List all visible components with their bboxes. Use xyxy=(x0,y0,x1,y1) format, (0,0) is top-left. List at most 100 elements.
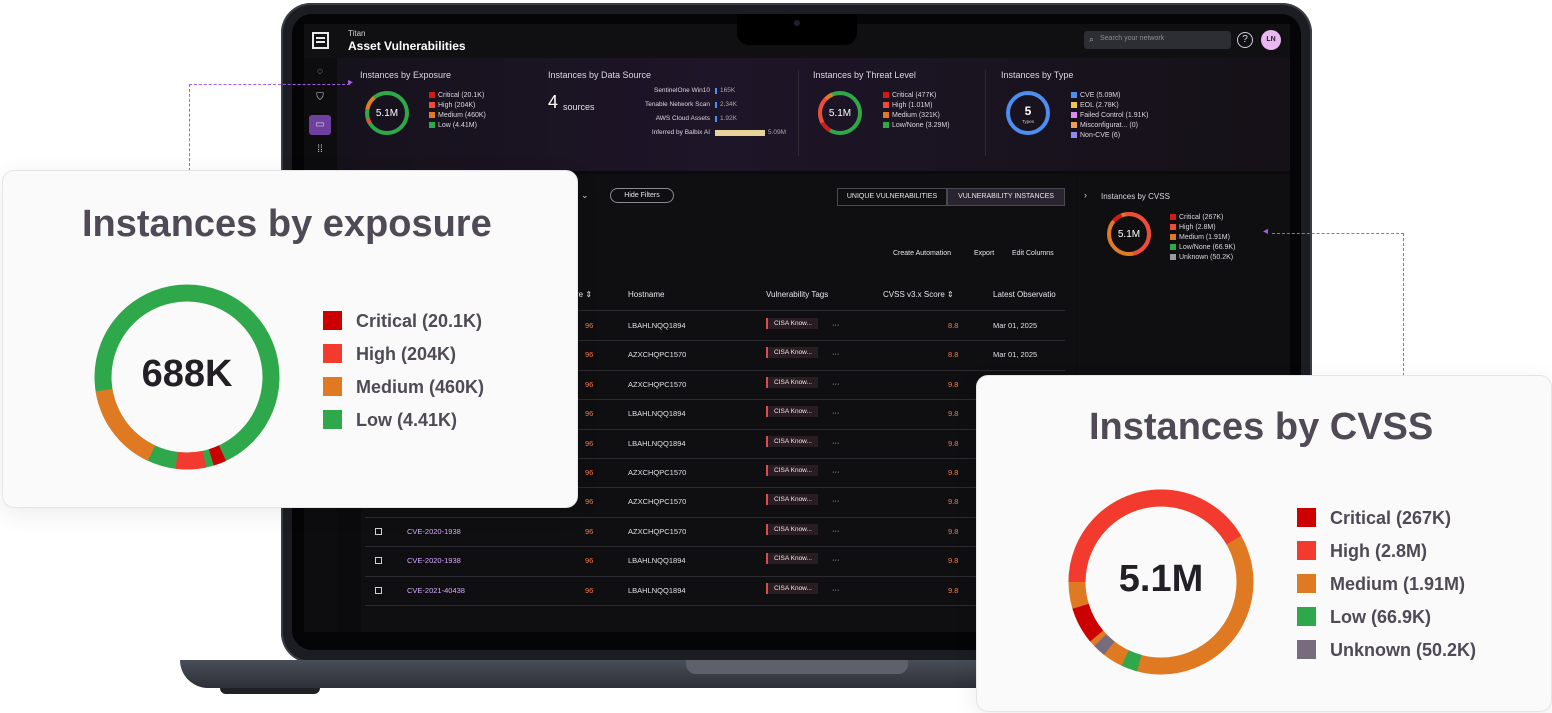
chevron-down-icon[interactable]: ⌄ xyxy=(581,190,589,201)
source-label: Tenable Network Scan xyxy=(644,101,710,108)
legend-swatch xyxy=(429,112,435,119)
create-automation-link[interactable]: Create Automation xyxy=(893,250,951,257)
col-header-latest[interactable]: Latest Observatio xyxy=(993,290,1056,299)
cve-link[interactable]: CVE-2020-1938 xyxy=(407,556,461,565)
stat-exposure-title[interactable]: Instances by Exposure xyxy=(360,70,451,80)
legend-item: Low/None (66.9K) xyxy=(1170,243,1235,253)
exposure-mini-center: 5.1M xyxy=(376,108,398,119)
col-header-hostname[interactable]: Hostname xyxy=(628,290,664,299)
cve-link[interactable]: CVE-2020-1938 xyxy=(407,527,461,536)
stat-type-title[interactable]: Instances by Type xyxy=(1001,70,1073,80)
vulnerability-tag[interactable]: CISA Know... xyxy=(766,582,818,594)
search-box[interactable]: ⌕ Search your network xyxy=(1084,31,1231,49)
divider xyxy=(365,516,1065,518)
more-tags-icon[interactable]: ··· xyxy=(832,496,840,505)
type-mini-donut[interactable]: 5 Types xyxy=(1004,89,1052,137)
more-tags-icon[interactable]: ··· xyxy=(832,585,840,594)
more-tags-icon[interactable]: ··· xyxy=(832,467,840,476)
hostname-cell[interactable]: AZXCHQPC1570 xyxy=(628,497,686,506)
laptop-foot xyxy=(220,688,320,694)
cvss-donut-center: 5.1M xyxy=(1118,558,1204,600)
hostname-cell[interactable]: AZXCHQPC1570 xyxy=(628,380,686,389)
vulnerability-tag[interactable]: CISA Know... xyxy=(766,347,818,359)
vulnerability-tag[interactable]: CISA Know... xyxy=(766,553,818,565)
help-icon[interactable]: ? xyxy=(1237,32,1253,48)
threat-mini-donut[interactable]: 5.1M xyxy=(816,89,864,137)
legend-label: Low (66.9K) xyxy=(1330,607,1432,627)
laptop-base-notch xyxy=(686,660,908,674)
hostname-cell[interactable]: LBAHLNQQ1894 xyxy=(628,321,686,330)
cvss-score: 8.8 xyxy=(948,321,959,330)
exposure-mini-legend: Critical (20.1K) High (204K) Medium (460… xyxy=(429,91,486,131)
stat-source-title[interactable]: Instances by Data Source xyxy=(548,70,651,80)
vulnerability-tag[interactable]: CISA Know... xyxy=(766,406,818,418)
threat-mini-center: 5.1M xyxy=(829,108,851,119)
app-logo-icon[interactable] xyxy=(312,32,329,49)
cvss-side-legend: Critical (267K) High (2.8M) Medium (1.91… xyxy=(1170,213,1235,263)
vulnerability-tag[interactable]: CISA Know... xyxy=(766,376,818,388)
legend-label: High (2.8M) xyxy=(1330,541,1427,561)
hostname-cell[interactable]: LBAHLNQQ1894 xyxy=(628,556,686,565)
more-tags-icon[interactable]: ··· xyxy=(832,379,840,388)
tab-vulnerability-instances[interactable]: VULNERABILITY INSTANCES xyxy=(947,188,1065,206)
source-value: 1.92K xyxy=(720,115,737,122)
vulnerability-tag[interactable]: CISA Know... xyxy=(766,465,818,476)
exposure-callout-title: Instances by exposure xyxy=(82,203,492,245)
vulnerability-tag[interactable]: CISA Know... xyxy=(766,318,818,329)
stat-threat-title[interactable]: Instances by Threat Level xyxy=(813,70,916,80)
legend-item: High (204K) xyxy=(429,101,486,111)
source-value: 165K xyxy=(720,87,736,94)
more-tags-icon[interactable]: ··· xyxy=(832,555,840,564)
observation-date: Mar 01, 2025 xyxy=(993,321,1038,330)
vulnerability-tag[interactable]: CISA Know... xyxy=(766,494,818,506)
search-input[interactable]: Search your network xyxy=(1100,35,1164,42)
risk-score: 96 xyxy=(585,438,594,448)
cvss-score: 9.8 xyxy=(948,497,959,507)
source-bar xyxy=(715,102,717,108)
edit-columns-link[interactable]: Edit Columns xyxy=(1012,250,1054,257)
col-header-cvss[interactable]: CVSS v3.x Score ⇕ xyxy=(883,290,954,299)
hide-filters-button[interactable]: Hide Filters xyxy=(610,188,674,203)
row-checkbox[interactable] xyxy=(375,527,382,535)
cvss-score: 9.8 xyxy=(948,468,959,477)
cve-link[interactable]: CVE-2021-40438 xyxy=(407,586,465,595)
legend-label: Unknown (50.2K) xyxy=(1179,254,1234,261)
more-tags-icon[interactable]: ··· xyxy=(832,526,840,535)
legend-swatch xyxy=(1170,214,1176,221)
connector-line xyxy=(189,84,350,171)
dashboard-icon[interactable]: ◌ xyxy=(312,64,328,80)
row-checkbox[interactable] xyxy=(375,586,382,594)
hostname-cell[interactable]: AZXCHQPC1570 xyxy=(628,468,686,477)
more-tags-icon[interactable]: ··· xyxy=(832,408,840,417)
chevron-right-icon[interactable]: › xyxy=(1084,190,1087,200)
col-header-score[interactable]: re ⇕ xyxy=(576,290,592,299)
vulnerability-tag[interactable]: CISA Know... xyxy=(766,523,818,535)
legend-swatch xyxy=(1071,92,1077,99)
more-tags-icon[interactable]: ··· xyxy=(832,349,840,358)
legend-item: Medium (1.91M) xyxy=(1170,233,1235,243)
hostname-cell[interactable]: AZXCHQPC1570 xyxy=(628,350,686,359)
avatar[interactable]: LN xyxy=(1261,30,1281,50)
cvss-side-center: 5.1M xyxy=(1118,229,1140,240)
exposure-donut-center: 688K xyxy=(141,353,233,395)
hostname-cell[interactable]: LBAHLNQQ1894 xyxy=(628,439,686,448)
col-header-tags[interactable]: Vulnerability Tags xyxy=(766,290,828,299)
vulnerability-tag[interactable]: CISA Know... xyxy=(766,435,818,447)
app-subtitle: Titan xyxy=(348,29,366,38)
more-tags-icon[interactable]: ··· xyxy=(832,438,840,447)
risk-score: 96 xyxy=(585,556,594,566)
hostname-cell[interactable]: LBAHLNQQ1894 xyxy=(628,409,686,418)
exposure-mini-donut[interactable]: 5.1M xyxy=(363,89,411,137)
export-link[interactable]: Export xyxy=(974,250,994,257)
cvss-side-title: Instances by CVSS xyxy=(1101,192,1170,201)
tab-unique-vulnerabilities[interactable]: UNIQUE VULNERABILITIES xyxy=(837,188,947,206)
legend-item: Critical (267K) xyxy=(1170,213,1235,223)
hostname-cell[interactable]: LBAHLNQQ1894 xyxy=(628,586,686,595)
cvss-side-donut[interactable]: 5.1M xyxy=(1105,210,1153,258)
legend-swatch xyxy=(1297,508,1316,527)
hostname-cell[interactable]: AZXCHQPC1570 xyxy=(628,527,686,536)
more-tags-icon[interactable]: ··· xyxy=(832,320,840,329)
legend-item: Medium (321K) xyxy=(883,111,950,121)
row-checkbox[interactable] xyxy=(375,557,382,565)
legend-item: Low/None (3.29M) xyxy=(883,121,950,131)
